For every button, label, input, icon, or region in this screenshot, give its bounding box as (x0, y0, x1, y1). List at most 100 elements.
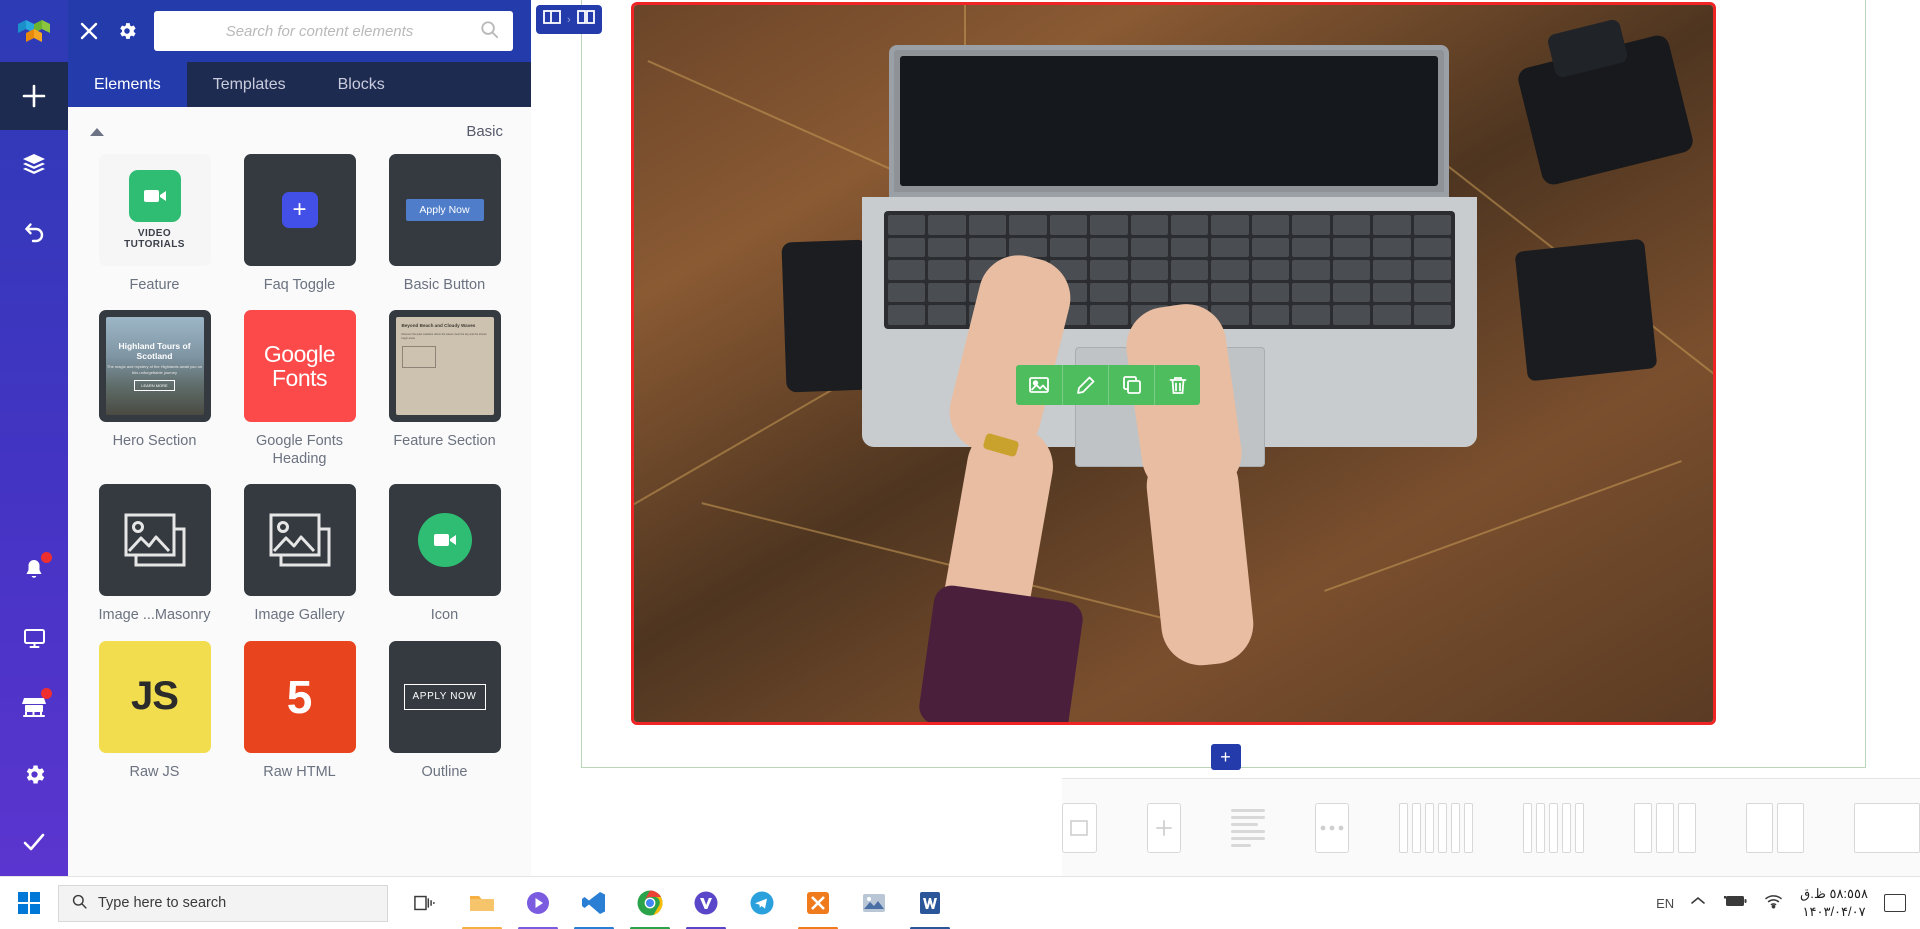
change-image-icon[interactable] (1016, 365, 1062, 405)
element-card-outline[interactable]: APPLY NOW Outline (376, 640, 513, 793)
element-label: Raw JS (129, 763, 180, 780)
search-icon (479, 19, 499, 44)
chevron-up-icon[interactable] (1690, 894, 1706, 912)
task-view-button[interactable] (398, 877, 454, 929)
layout-5-columns[interactable] (1399, 802, 1474, 853)
wallet-object (1514, 238, 1658, 382)
media-player-button[interactable] (510, 877, 566, 929)
rail-item-preview-desktop[interactable] (0, 604, 68, 672)
search-box[interactable] (154, 11, 513, 51)
panel-body: Basic VIDEO TUTORIALS Feature + Faq Togg… (68, 107, 531, 876)
clock-date: ۱۴۰۳/۰۴/۰۷ (1802, 904, 1866, 919)
element-card-image-gallery[interactable]: Image Gallery (231, 484, 368, 636)
word-button[interactable] (902, 877, 958, 929)
language-indicator[interactable]: EN (1656, 896, 1674, 911)
video-camera-icon (128, 169, 181, 222)
element-label: Hero Section (112, 433, 197, 450)
element-label: Outline (421, 763, 468, 780)
taskbar-apps (398, 877, 958, 929)
layout-single-box[interactable] (1062, 802, 1097, 853)
panel-header (68, 0, 531, 62)
element-card-image-masonry[interactable]: Image ...Masonry (86, 484, 223, 636)
close-icon[interactable] (78, 20, 100, 42)
layout-1-column[interactable] (1854, 802, 1920, 853)
element-thumb (243, 484, 356, 597)
gear-icon[interactable] (116, 20, 138, 42)
file-explorer-button[interactable] (454, 877, 510, 929)
search-input[interactable] (168, 22, 471, 40)
clock[interactable]: ٥٨:٥٥٨ ظ.ق ۱۴۰۳/۰۴/۰۷ (1800, 885, 1868, 920)
layout-text[interactable] (1231, 808, 1265, 847)
tab-blocks[interactable]: Blocks (312, 62, 411, 107)
elements-grid: VIDEO TUTORIALS Feature + Faq Toggle App… (68, 146, 531, 793)
rail-item-publish[interactable] (0, 808, 68, 876)
rail-item-notifications[interactable] (0, 536, 68, 604)
tab-elements[interactable]: Elements (68, 62, 187, 107)
element-card-feature[interactable]: VIDEO TUTORIALS Feature (86, 154, 223, 306)
element-card-hero-section[interactable]: Highland Tours of Scotland The magic and… (86, 310, 223, 480)
edit-image-icon[interactable] (1062, 365, 1108, 405)
camera-object (1515, 33, 1696, 187)
element-label: Faq Toggle (263, 277, 336, 293)
element-thumb: Apply Now (388, 154, 501, 266)
element-card-google-fonts-heading[interactable]: Google Fonts Google Fonts Heading (231, 310, 368, 480)
telegram-button[interactable] (734, 877, 790, 929)
tab-templates[interactable]: Templates (187, 62, 312, 107)
element-card-raw-html[interactable]: 5 Raw HTML (231, 640, 368, 793)
row-tools-separator: › (567, 13, 571, 26)
layout-strip (1062, 778, 1920, 876)
xampp-button[interactable] (790, 877, 846, 929)
delete-image-icon[interactable] (1154, 365, 1200, 405)
action-center-icon[interactable] (1884, 894, 1906, 912)
layout-3-columns[interactable] (1634, 802, 1697, 853)
app-logo (0, 0, 68, 62)
taskbar-search[interactable]: Type here to search (58, 884, 388, 922)
taskbar-search-placeholder: Type here to search (98, 895, 227, 911)
duplicate-image-icon[interactable] (1108, 365, 1154, 405)
element-label: Icon (430, 607, 459, 624)
element-thumb: 5 (243, 640, 356, 753)
wifi-icon[interactable] (1764, 893, 1784, 914)
battery-charging-icon[interactable] (1722, 894, 1748, 913)
element-card-icon[interactable]: Icon (376, 484, 513, 636)
columns-layout-icon[interactable] (542, 8, 562, 31)
add-block-button[interactable]: + (1210, 744, 1241, 770)
gfonts-line1: Google (263, 340, 336, 367)
rail-item-settings[interactable] (0, 740, 68, 808)
chrome-button[interactable] (622, 877, 678, 929)
rail-item-add-element[interactable] (0, 62, 68, 130)
element-card-faq-toggle[interactable]: + Faq Toggle (231, 154, 368, 306)
row-toolbar[interactable]: › (536, 5, 602, 34)
windows-logo (17, 891, 41, 915)
rail-item-undo[interactable] (0, 198, 68, 266)
split-columns-icon[interactable] (576, 8, 596, 31)
layout-add[interactable] (1146, 802, 1181, 853)
caret-up-icon[interactable] (90, 127, 104, 136)
layout-4-columns[interactable] (1523, 802, 1585, 853)
element-label: Raw HTML (263, 763, 336, 780)
layout-2-columns[interactable] (1746, 802, 1805, 853)
element-card-raw-js[interactable]: JS Raw JS (86, 640, 223, 793)
gfonts-line2: Fonts (271, 364, 328, 391)
layout-more[interactable] (1314, 802, 1350, 853)
system-tray: EN ٥٨:٥٥٨ ظ.ق ۱۴۰۳/۰۴/۰۷ (1656, 885, 1920, 920)
photos-button[interactable] (846, 877, 902, 929)
feature-thumb-line1: VIDEO (137, 227, 172, 239)
vscode-button[interactable] (566, 877, 622, 929)
start-button[interactable] (0, 877, 58, 929)
hero-subtitle: The magic and mystery of the Highlands a… (106, 364, 203, 375)
video-circle-icon (417, 513, 472, 568)
button-preview: Apply Now (405, 199, 484, 221)
element-label: Image Gallery (254, 607, 345, 624)
editor-canvas: › + (531, 0, 1920, 876)
notification-badge (41, 552, 52, 563)
vite-app-button[interactable] (678, 877, 734, 929)
feature-section-title: Beyond Beach and Cloudy Waves (401, 323, 476, 329)
selected-image-block[interactable] (631, 2, 1716, 725)
element-card-basic-button[interactable]: Apply Now Basic Button (376, 154, 513, 306)
plus-icon: + (281, 192, 318, 228)
rail-item-layers[interactable] (0, 130, 68, 198)
image-action-toolbar[interactable] (1016, 365, 1200, 405)
rail-item-marketplace[interactable] (0, 672, 68, 740)
element-card-feature-section[interactable]: Beyond Beach and Cloudy Waves Discover t… (376, 310, 513, 480)
